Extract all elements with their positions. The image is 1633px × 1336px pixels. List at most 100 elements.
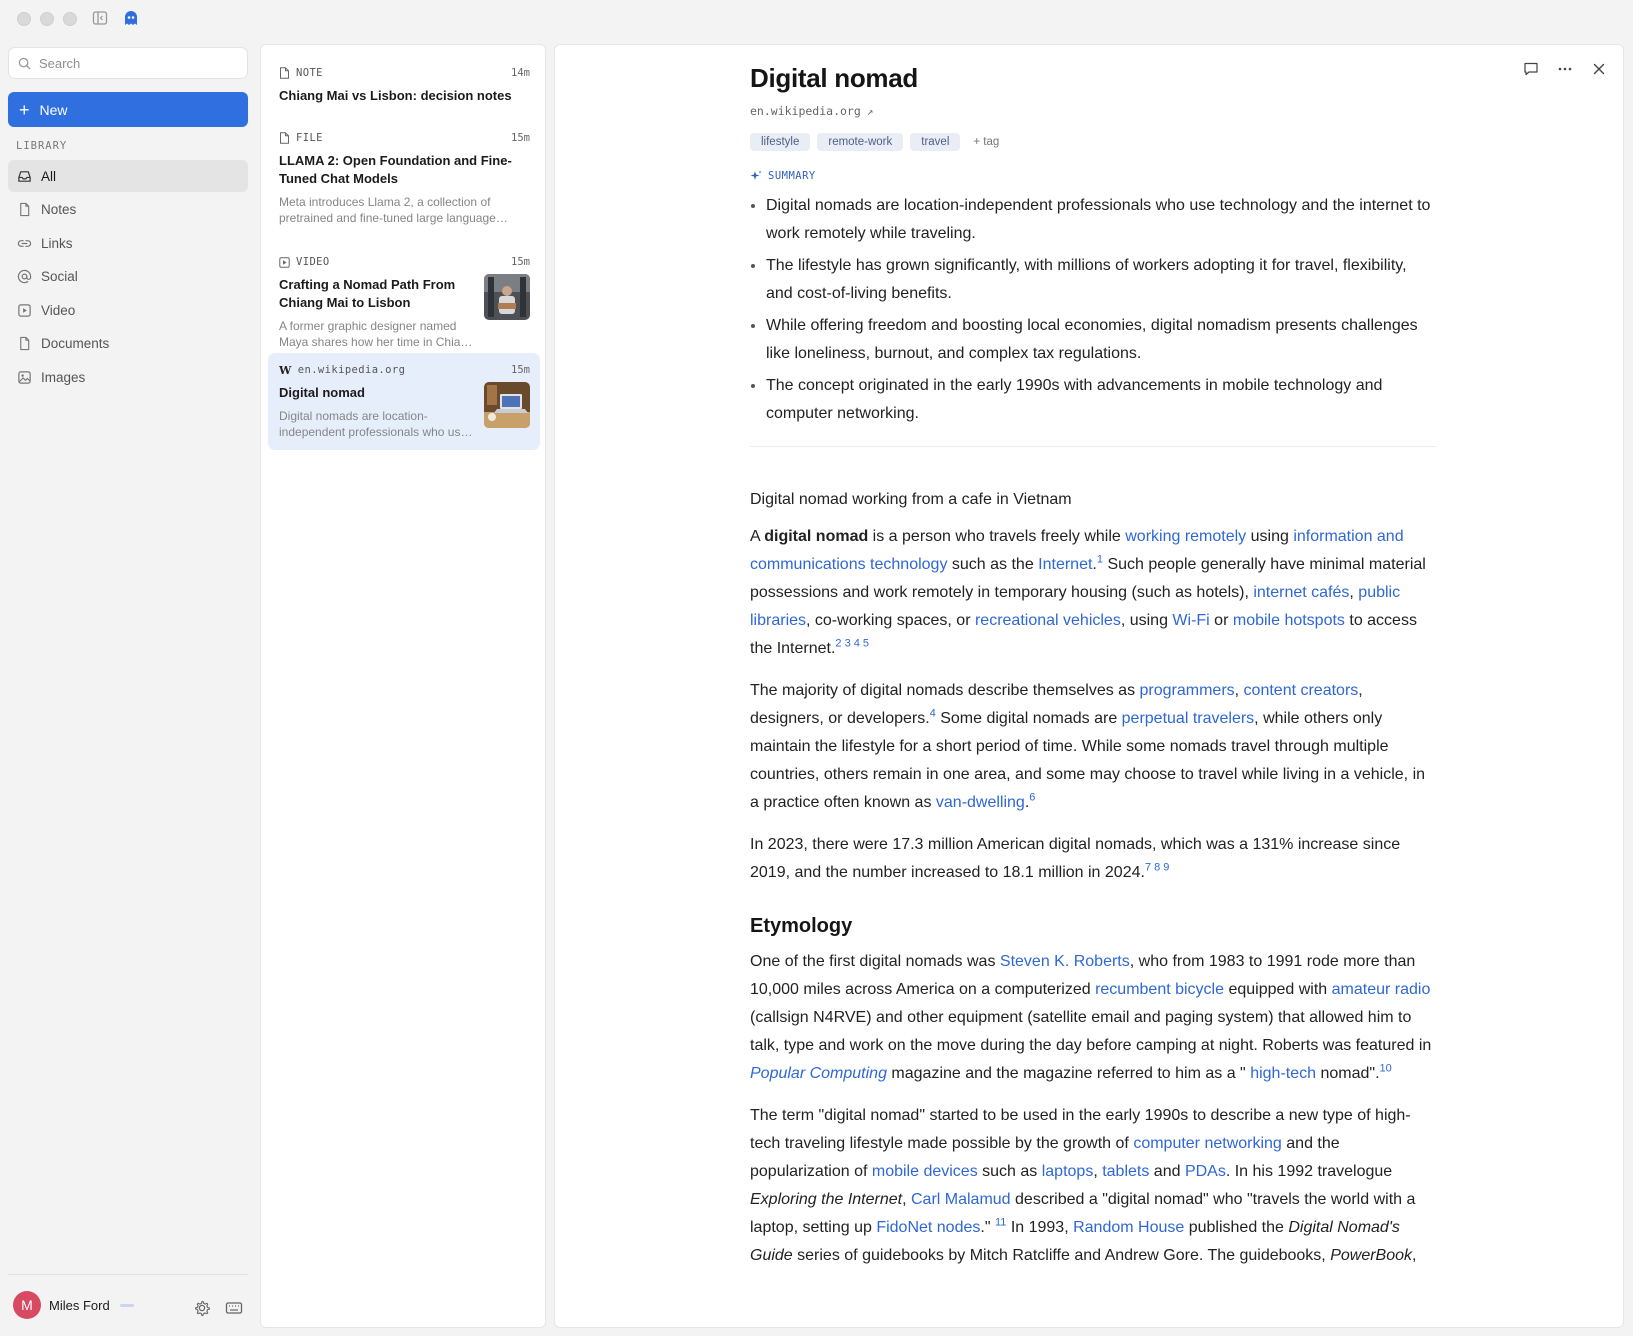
link-recumbent-bicycle[interactable]: recumbent bicycle	[1095, 981, 1224, 998]
item-list: NOTE 14m Chiang Mai vs Lisbon: decision …	[260, 44, 546, 1328]
minimize-window-button[interactable]	[40, 12, 54, 26]
external-link-icon: ↗	[866, 104, 874, 118]
at-icon	[17, 269, 32, 284]
sparkle-icon	[750, 170, 762, 180]
item-kind: VIDEO	[296, 256, 330, 268]
link-mobile-hotspots[interactable]: mobile hotspots	[1233, 612, 1345, 629]
sidebar-item-video[interactable]: Video	[8, 294, 248, 326]
link-computer-networking[interactable]: computer networking	[1133, 1135, 1282, 1152]
user-name: Miles Ford	[49, 1297, 110, 1313]
note-icon	[280, 67, 289, 79]
list-item[interactable]: VIDEO 15m Crafting a Nomad Path From Chi…	[268, 245, 540, 360]
user-profile[interactable]: M Miles Ford	[13, 1291, 134, 1319]
page-title: Digital nomad	[750, 63, 918, 93]
citation[interactable]: 7 8 9	[1145, 862, 1169, 874]
link-popular-computing[interactable]: Popular Computing	[750, 1065, 887, 1082]
video-icon	[18, 303, 31, 317]
tag-travel[interactable]: travel	[910, 133, 961, 151]
link-steven-roberts[interactable]: Steven K. Roberts	[1000, 953, 1130, 970]
more-button[interactable]	[1553, 57, 1577, 81]
link-working-remotely[interactable]: working remotely	[1125, 528, 1246, 545]
link-high-tech[interactable]: high-tech	[1250, 1065, 1316, 1082]
link-internet[interactable]: Internet	[1038, 556, 1092, 573]
item-description: A former graphic designer named Maya sha…	[279, 319, 474, 349]
image-icon	[18, 370, 31, 384]
keyboard-icon[interactable]	[224, 1298, 244, 1318]
link-content-creators[interactable]: content creators	[1244, 682, 1359, 699]
close-window-button[interactable]	[17, 12, 31, 26]
link-van-dwelling[interactable]: van-dwelling	[936, 794, 1025, 811]
search-input[interactable]	[39, 55, 229, 71]
link-perpetual-travelers[interactable]: perpetual travelers	[1122, 710, 1255, 727]
sidebar-item-documents[interactable]: Documents	[8, 328, 248, 360]
library-nav: All Notes Links Social Video Documents I…	[8, 160, 248, 395]
section-heading-etymology: Etymology	[750, 915, 853, 937]
item-description: Meta introduces Llama 2, a collection of…	[279, 195, 496, 225]
link-internet-cafes[interactable]: internet cafés	[1253, 584, 1349, 601]
paragraph-etymology-2: The term "digital nomad" started to be u…	[750, 1107, 1417, 1264]
link-random-house[interactable]: Random House	[1073, 1219, 1184, 1236]
new-button-label: New	[39, 101, 68, 118]
citation[interactable]: 11	[995, 1217, 1006, 1229]
zoom-window-button[interactable]	[63, 12, 77, 26]
summary-item: The lifestyle has grown significantly, w…	[766, 252, 1436, 308]
wikipedia-icon: W	[279, 363, 292, 377]
item-time: 14m	[511, 67, 530, 79]
search-box[interactable]	[8, 47, 248, 79]
list-item[interactable]: FILE 15m LLAMA 2: Open Foundation and Fi…	[268, 121, 540, 236]
link-programmers[interactable]: programmers	[1140, 682, 1235, 699]
file-icon	[280, 132, 289, 144]
sidebar-item-images[interactable]: Images	[8, 361, 248, 393]
link-tablets[interactable]: tablets	[1102, 1163, 1149, 1180]
item-time: 15m	[511, 364, 530, 376]
list-item[interactable]: NOTE 14m Chiang Mai vs Lisbon: decision …	[268, 56, 540, 115]
paragraph-statistics: In 2023, there were 17.3 million America…	[750, 836, 1401, 881]
citation[interactable]: 2 3 4 5	[835, 638, 869, 650]
item-kind: FILE	[296, 132, 323, 144]
section-divider	[750, 446, 1436, 447]
link-amateur-radio[interactable]: amateur radio	[1332, 981, 1431, 998]
summary-label: SUMMARY	[768, 170, 816, 182]
list-item-selected[interactable]: W en.wikipedia.org 15m Digital nomad Dig…	[268, 353, 540, 450]
sidebar-divider	[8, 1274, 248, 1275]
item-kind: en.wikipedia.org	[297, 364, 406, 376]
video-icon	[279, 256, 290, 268]
tag-lifestyle[interactable]: lifestyle	[750, 133, 811, 151]
comment-button[interactable]	[1519, 57, 1543, 81]
link-wifi[interactable]: Wi-Fi	[1172, 612, 1209, 629]
sidebar: + New LIBRARY All Notes Links Social Vid…	[0, 40, 256, 1336]
source-link[interactable]: en.wikipedia.org ↗	[750, 104, 873, 118]
sidebar-item-all[interactable]: All	[8, 160, 248, 192]
tag-remote-work[interactable]: remote-work	[817, 133, 904, 151]
summary-item: While offering freedom and boosting loca…	[766, 312, 1436, 368]
item-description: Digital nomads are location-independent …	[279, 409, 468, 439]
add-tag-button[interactable]: + tag	[967, 136, 999, 148]
document-icon	[20, 202, 30, 217]
sidebar-item-social[interactable]: Social	[8, 261, 248, 293]
gear-icon[interactable]	[192, 1298, 212, 1318]
article: Digital nomad en.wikipedia.org ↗ lifesty…	[750, 63, 1436, 1270]
image-caption: Digital nomad working from a cafe in Vie…	[750, 491, 1072, 508]
citation[interactable]: 6	[1029, 792, 1035, 804]
new-button[interactable]: + New	[8, 92, 248, 127]
sidebar-item-label: Social	[41, 269, 78, 284]
link-mobile-devices[interactable]: mobile devices	[872, 1163, 978, 1180]
source-domain: en.wikipedia.org	[750, 104, 861, 118]
article-thumbnail	[484, 382, 530, 428]
reader-toolbar	[1519, 57, 1611, 81]
sidebar-toggle-icon[interactable]	[92, 10, 108, 26]
link-fidonet-nodes[interactable]: FidoNet nodes	[876, 1219, 980, 1236]
link-recreational-vehicles[interactable]: recreational vehicles	[975, 612, 1121, 629]
sidebar-item-label: Links	[41, 235, 73, 251]
sidebar-item-label: All	[41, 168, 57, 184]
close-button[interactable]	[1587, 57, 1611, 81]
citation[interactable]: 10	[1380, 1063, 1392, 1075]
sidebar-item-notes[interactable]: Notes	[8, 194, 248, 226]
link-laptops[interactable]: laptops	[1042, 1163, 1094, 1180]
summary-heading: SUMMARY	[750, 170, 1436, 182]
link-pdas[interactable]: PDAs	[1185, 1163, 1226, 1180]
link-carl-malamud[interactable]: Carl Malamud	[911, 1191, 1011, 1208]
plus-icon: +	[19, 99, 30, 120]
sidebar-item-links[interactable]: Links	[8, 227, 248, 259]
video-thumbnail	[484, 274, 530, 320]
